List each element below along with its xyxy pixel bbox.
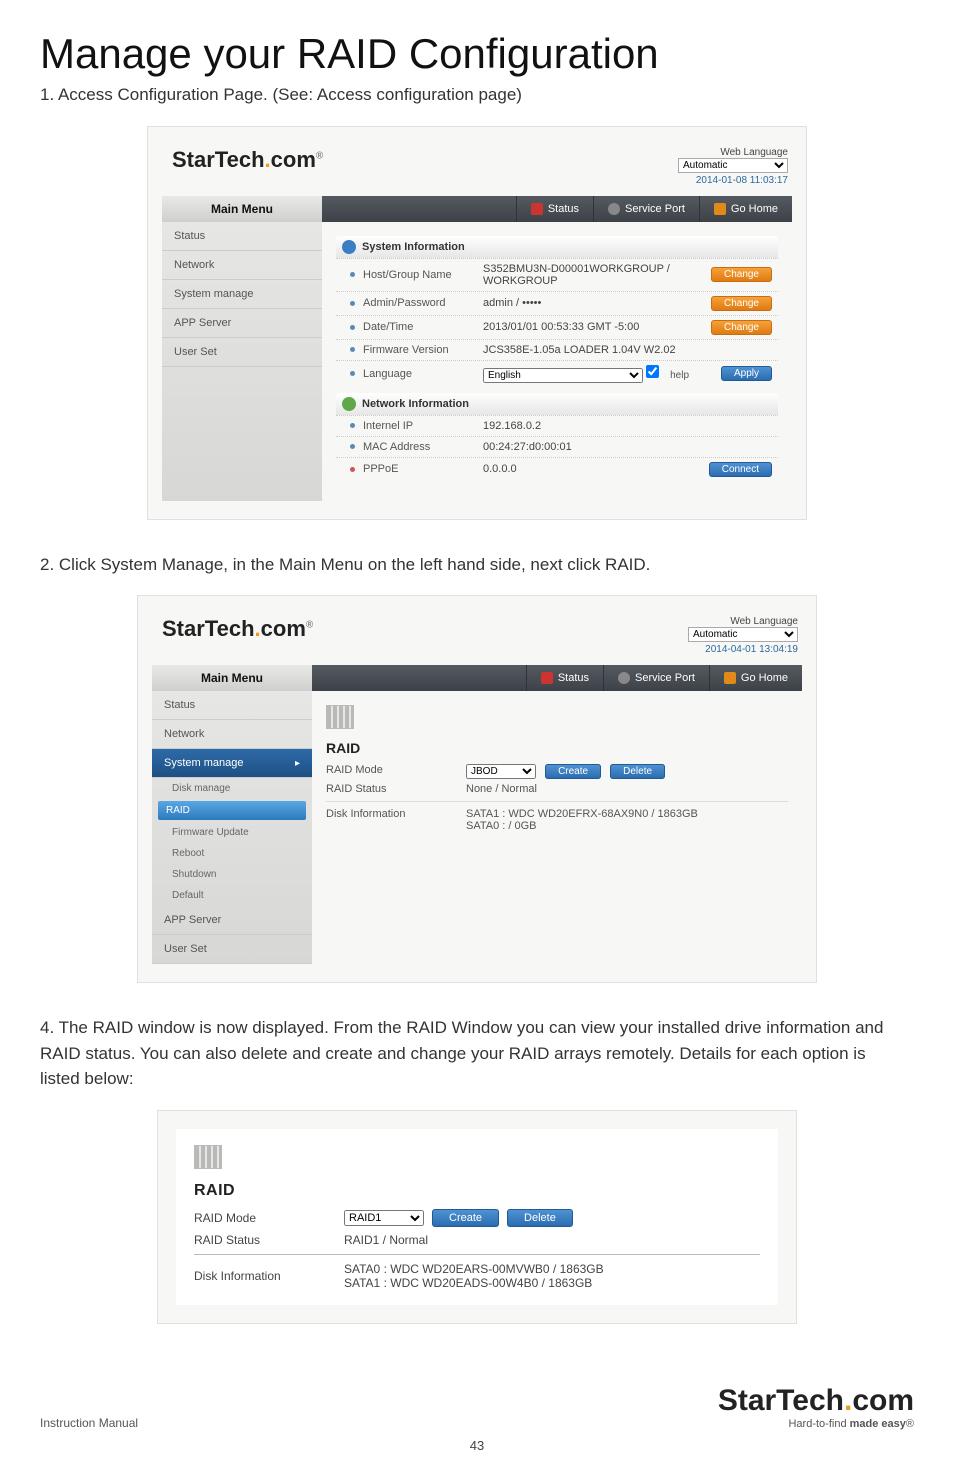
content-area: RAID RAID Mode JBOD Create Delete RAID S… [312,691,802,964]
network-information-header: Network Information [336,393,778,415]
gear-icon [618,672,630,684]
toolbar: Main Menu Status Service Port Go Home [152,665,802,691]
menu-system-manage[interactable]: System manage [162,280,322,309]
disk-info-row: Disk Information SATA1 : WDC WD20EFRX-68… [326,806,788,834]
raid-icon [194,1145,222,1169]
raid-mode-row: RAID Mode RAID1 Create Delete [194,1206,760,1230]
menu-user-set[interactable]: User Set [152,935,312,964]
disk-line: SATA0 : WDC WD20EARS-00MVWB0 / 1863GB [344,1262,604,1276]
brand-footer: StarTech.com Hard-to-find made easy® [718,1384,914,1430]
raid-status-row: RAID Status None / Normal [326,781,788,797]
row-mac: MAC Address 00:24:27:d0:00:01 [336,436,778,457]
status-button[interactable]: Status [526,665,603,691]
go-home-button[interactable]: Go Home [709,665,802,691]
row-firmware: Firmware Version JCS358E-1.05a LOADER 1.… [336,339,778,360]
status-icon [531,203,543,215]
row-language: Language English help Apply [336,360,778,387]
timestamp: 2014-01-08 11:03:17 [678,175,788,186]
status-icon [541,672,553,684]
submenu-raid[interactable]: RAID [158,801,306,820]
raid-icon [326,705,354,729]
go-home-button[interactable]: Go Home [699,196,792,222]
system-information-header: System Information [336,236,778,258]
content-area: System Information Host/Group Name S352B… [322,222,792,501]
main-menu: Status Network System manage Disk manage… [152,691,312,964]
change-button[interactable]: Change [711,320,772,335]
web-language-select[interactable]: Automatic [678,158,788,173]
main-menu-header: Main Menu [162,196,322,222]
page-footer: Instruction Manual StarTech.com Hard-to-… [40,1384,914,1430]
timestamp: 2014-04-01 13:04:19 [688,644,798,655]
main-menu-header: Main Menu [152,665,312,691]
menu-network[interactable]: Network [162,251,322,280]
help-checkbox[interactable] [646,365,659,378]
submenu-default[interactable]: Default [152,885,312,906]
help-label: help [670,370,689,381]
raid-status-row: RAID Status RAID1 / Normal [194,1230,760,1250]
raid-mode-row: RAID Mode JBOD Create Delete [326,762,788,781]
status-button[interactable]: Status [516,196,593,222]
menu-user-set[interactable]: User Set [162,338,322,367]
language-select[interactable]: English [483,368,643,383]
submenu-firmware-update[interactable]: Firmware Update [152,822,312,843]
menu-app-server[interactable]: APP Server [162,309,322,338]
connect-button[interactable]: Connect [709,462,772,477]
menu-status[interactable]: Status [152,691,312,720]
page-title: Manage your RAID Configuration [40,30,914,78]
gear-icon [608,203,620,215]
home-icon [714,203,726,215]
menu-network[interactable]: Network [152,720,312,749]
brand-logo: StarTech.com® [172,147,323,173]
disk-line: SATA1 : WDC WD20EADS-00W4B0 / 1863GB [344,1276,604,1290]
submenu-reboot[interactable]: Reboot [152,843,312,864]
row-date-time: Date/Time 2013/01/01 00:53:33 GMT -5:00 … [336,315,778,339]
menu-system-manage[interactable]: System manage [152,749,312,778]
web-language-widget: Web Language Automatic 2014-01-08 11:03:… [678,147,788,186]
row-admin-password: Admin/Password admin / ••••• Change [336,291,778,315]
web-language-label: Web Language [688,616,798,627]
web-language-label: Web Language [678,147,788,158]
service-port-button[interactable]: Service Port [593,196,699,222]
change-button[interactable]: Change [711,267,772,282]
network-icon [342,397,356,411]
row-host-group: Host/Group Name S352BMU3N-D00001WORKGROU… [336,258,778,291]
disk-line: SATA1 : WDC WD20EFRX-68AX9N0 / 1863GB [466,808,698,820]
apply-button[interactable]: Apply [721,366,772,381]
instruction-manual-label: Instruction Manual [40,1416,138,1430]
main-menu: Status Network System manage APP Server … [162,222,322,501]
row-pppoe: PPPoE 0.0.0.0 Connect [336,457,778,481]
web-language-select[interactable]: Automatic [688,627,798,642]
raid-mode-select[interactable]: JBOD [466,764,536,779]
info-icon [342,240,356,254]
create-button[interactable]: Create [432,1209,499,1227]
screenshot-raid-page: StarTech.com® Web Language Automatic 201… [137,595,817,983]
delete-button[interactable]: Delete [610,764,665,779]
page-number: 43 [40,1438,914,1453]
submenu-disk-manage[interactable]: Disk manage [152,778,312,799]
web-language-widget: Web Language Automatic 2014-04-01 13:04:… [688,616,798,655]
step-1-text: 1. Access Configuration Page. (See: Acce… [40,82,914,108]
disk-line: SATA0 : / 0GB [466,820,698,832]
create-button[interactable]: Create [545,764,601,779]
raid-heading: RAID [194,1182,760,1200]
raid-mode-select[interactable]: RAID1 [344,1210,424,1226]
menu-app-server[interactable]: APP Server [152,906,312,935]
submenu-shutdown[interactable]: Shutdown [152,864,312,885]
raid-card: RAID RAID Mode RAID1 Create Delete RAID … [157,1110,797,1324]
change-button[interactable]: Change [711,296,772,311]
service-port-button[interactable]: Service Port [603,665,709,691]
delete-button[interactable]: Delete [507,1209,573,1227]
raid-heading: RAID [326,740,788,756]
menu-status[interactable]: Status [162,222,322,251]
home-icon [724,672,736,684]
step-4-text: 4. The RAID window is now displayed. Fro… [40,1015,914,1092]
toolbar: Main Menu Status Service Port Go Home [162,196,792,222]
step-2-text: 2. Click System Manage, in the Main Menu… [40,552,914,578]
row-internal-ip: Internel IP 192.168.0.2 [336,415,778,436]
brand-logo: StarTech.com® [162,616,313,642]
disk-info-row: Disk Information SATA0 : WDC WD20EARS-00… [194,1259,760,1293]
screenshot-status-page: StarTech.com® Web Language Automatic 201… [147,126,807,520]
